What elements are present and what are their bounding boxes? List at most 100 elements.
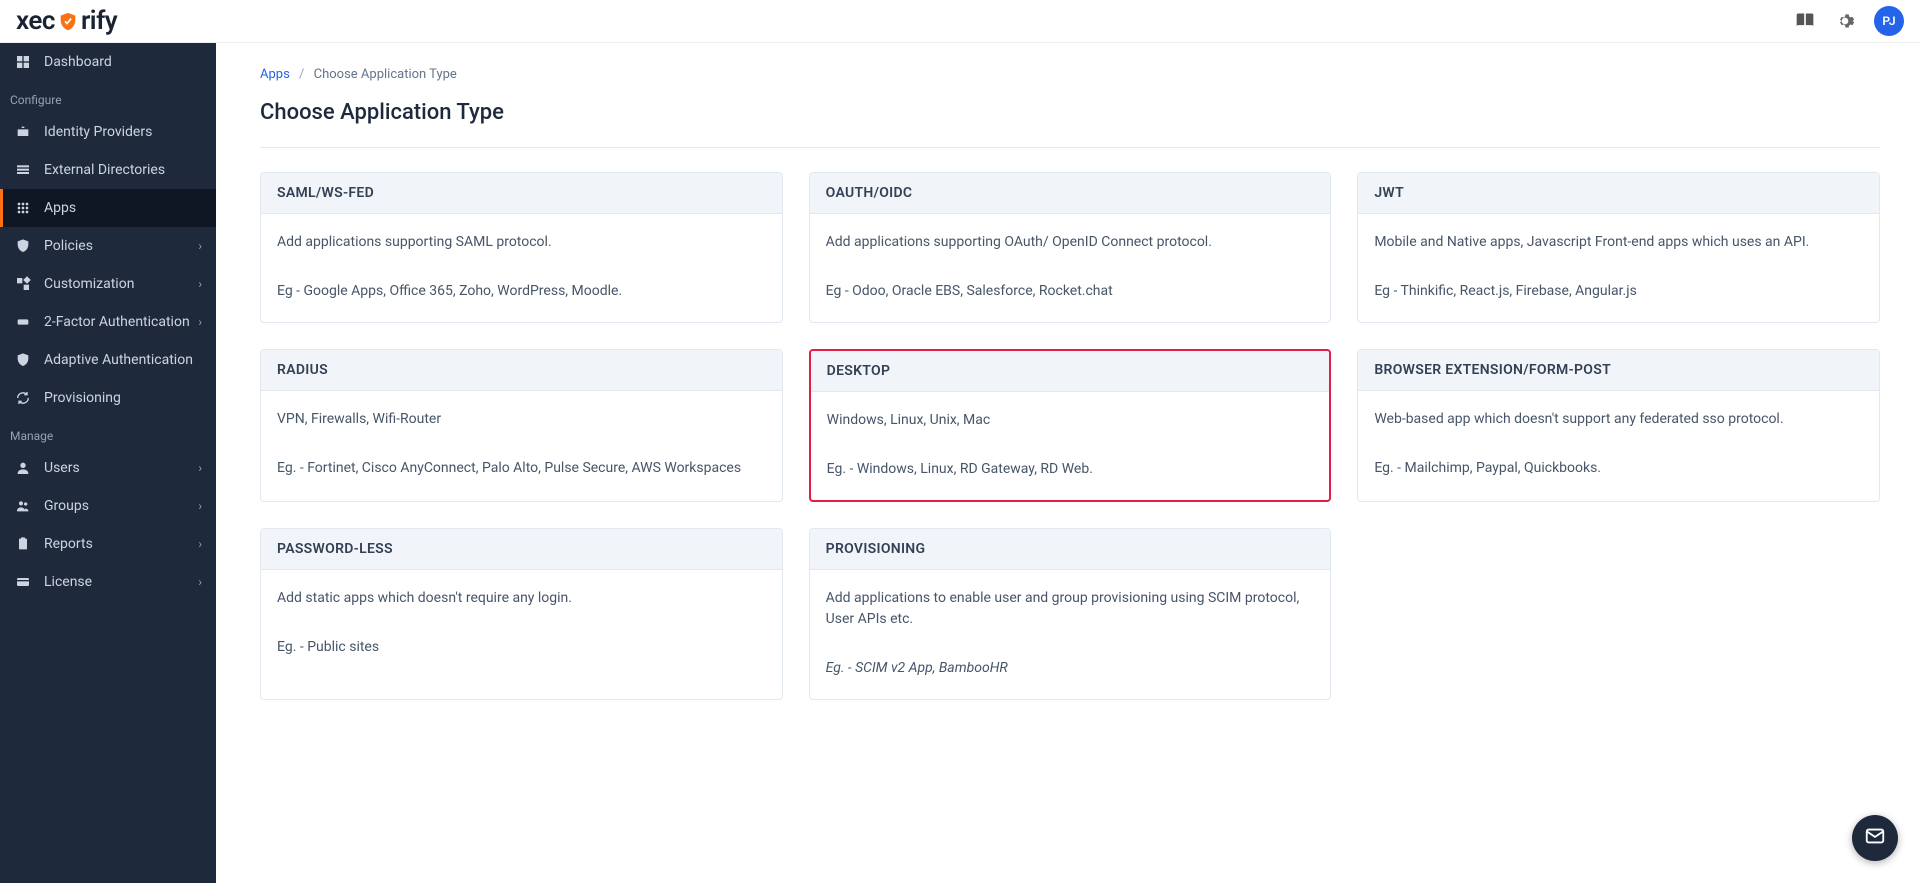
keypad-icon	[14, 313, 32, 331]
chevron-right-icon: ›	[198, 315, 202, 329]
chevron-right-icon: ›	[198, 277, 202, 291]
brand-logo[interactable]: xec rify	[16, 6, 117, 36]
card-title: OAUTH/OIDC	[826, 185, 1315, 201]
brand-text-1: xec	[16, 6, 55, 36]
card-title: RADIUS	[277, 362, 766, 378]
card-title: DESKTOP	[827, 363, 1314, 379]
card-radius[interactable]: RADIUS VPN, Firewalls, Wifi-Router Eg. - …	[260, 349, 783, 502]
sidebar-section-configure: Configure	[0, 81, 216, 113]
sidebar-item-label: Users	[44, 460, 80, 476]
page-title: Choose Application Type	[260, 100, 1880, 125]
sidebar-item-label: Policies	[44, 238, 93, 254]
sidebar-item-label: Provisioning	[44, 390, 121, 406]
avatar[interactable]: PJ	[1874, 6, 1904, 36]
chevron-right-icon: ›	[198, 575, 202, 589]
sidebar-item-provisioning[interactable]: Provisioning	[0, 379, 216, 417]
sidebar-item-label: Groups	[44, 498, 89, 514]
sidebar-item-dashboard[interactable]: Dashboard	[0, 43, 216, 81]
sidebar-item-label: License	[44, 574, 92, 590]
card-title: PASSWORD-LESS	[277, 541, 766, 557]
card-browser-ext[interactable]: BROWSER EXTENSION/FORM-POST Web-based ap…	[1357, 349, 1880, 502]
card-jwt[interactable]: JWT Mobile and Native apps, Javascript F…	[1357, 172, 1880, 323]
breadcrumb-current: Choose Application Type	[314, 67, 457, 82]
sidebar-item-label: Customization	[44, 276, 134, 292]
chat-button[interactable]	[1852, 815, 1898, 861]
card-example: Eg - Google Apps, Office 365, Zoho, Word…	[277, 281, 766, 302]
card-example: Eg. - Fortinet, Cisco AnyConnect, Palo A…	[277, 458, 766, 479]
card-desc: Mobile and Native apps, Javascript Front…	[1374, 232, 1863, 253]
divider	[260, 147, 1880, 148]
sidebar-item-apps[interactable]: Apps	[0, 189, 216, 227]
clipboard-icon	[14, 535, 32, 553]
card-saml[interactable]: SAML/WS-FED Add applications supporting …	[260, 172, 783, 323]
shield-icon	[57, 10, 79, 32]
breadcrumb-root[interactable]: Apps	[260, 67, 290, 82]
user-icon	[14, 459, 32, 477]
card-example: Eg. - Windows, Linux, RD Gateway, RD Web…	[827, 459, 1314, 480]
gear-icon[interactable]	[1834, 10, 1856, 32]
card-desc: Add applications supporting OAuth/ OpenI…	[826, 232, 1315, 253]
sidebar-item-external-directories[interactable]: External Directories	[0, 151, 216, 189]
card-oauth[interactable]: OAUTH/OIDC Add applications supporting O…	[809, 172, 1332, 323]
sidebar-item-users[interactable]: Users ›	[0, 449, 216, 487]
apps-icon	[14, 199, 32, 217]
mail-icon	[1864, 825, 1886, 851]
card-title: JWT	[1374, 185, 1863, 201]
sidebar-item-identity-providers[interactable]: Identity Providers	[0, 113, 216, 151]
card-desc: Add applications to enable user and grou…	[826, 588, 1315, 630]
dashboard-icon	[14, 53, 32, 71]
sidebar-item-2fa[interactable]: 2-Factor Authentication ›	[0, 303, 216, 341]
topbar-actions: PJ	[1794, 6, 1904, 36]
briefcase-icon	[14, 123, 32, 141]
brand-text-2: rify	[81, 6, 117, 36]
group-icon	[14, 497, 32, 515]
sidebar-item-customization[interactable]: Customization ›	[0, 265, 216, 303]
card-example: Eg. - Mailchimp, Paypal, Quickbooks.	[1374, 458, 1863, 479]
sidebar-item-reports[interactable]: Reports ›	[0, 525, 216, 563]
book-icon[interactable]	[1794, 10, 1816, 32]
sidebar-item-groups[interactable]: Groups ›	[0, 487, 216, 525]
card-icon	[14, 573, 32, 591]
card-desktop[interactable]: DESKTOP Windows, Linux, Unix, Mac Eg. - W…	[809, 349, 1332, 502]
sidebar-item-label: Dashboard	[44, 54, 112, 70]
card-example: Eg - Thinkific, React.js, Firebase, Angu…	[1374, 281, 1863, 302]
sidebar-item-label: 2-Factor Authentication	[44, 314, 190, 330]
card-desc: Web-based app which doesn't support any …	[1374, 409, 1863, 430]
sidebar-item-policies[interactable]: Policies ›	[0, 227, 216, 265]
shield-gear-icon	[14, 237, 32, 255]
card-desc: Add applications supporting SAML protoco…	[277, 232, 766, 253]
sidebar: Dashboard Configure Identity Providers E…	[0, 43, 216, 883]
card-provisioning[interactable]: PROVISIONING Add applications to enable …	[809, 528, 1332, 700]
topbar: xec rify PJ	[0, 0, 1920, 43]
sidebar-item-label: Reports	[44, 536, 93, 552]
widgets-icon	[14, 275, 32, 293]
chevron-right-icon: ›	[198, 499, 202, 513]
chevron-right-icon: ›	[198, 239, 202, 253]
chevron-right-icon: ›	[198, 461, 202, 475]
breadcrumb-separator: /	[299, 67, 304, 82]
application-type-grid: SAML/WS-FED Add applications supporting …	[260, 172, 1880, 700]
sidebar-section-manage: Manage	[0, 417, 216, 449]
card-title: BROWSER EXTENSION/FORM-POST	[1374, 362, 1863, 378]
sidebar-item-adaptive-auth[interactable]: Adaptive Authentication	[0, 341, 216, 379]
breadcrumb: Apps / Choose Application Type	[260, 67, 1880, 82]
shield-check-icon	[14, 351, 32, 369]
card-desc: VPN, Firewalls, Wifi-Router	[277, 409, 766, 430]
card-example: Eg. - Public sites	[277, 637, 766, 658]
sidebar-item-label: Apps	[44, 200, 76, 216]
sidebar-item-label: Identity Providers	[44, 124, 152, 140]
card-desc: Windows, Linux, Unix, Mac	[827, 410, 1314, 431]
chevron-right-icon: ›	[198, 537, 202, 551]
card-title: PROVISIONING	[826, 541, 1315, 557]
card-example: Eg. - SCIM v2 App, BambooHR	[826, 658, 1315, 679]
sidebar-item-license[interactable]: License ›	[0, 563, 216, 601]
main-content: Apps / Choose Application Type Choose Ap…	[216, 43, 1920, 883]
sync-icon	[14, 389, 32, 407]
sidebar-item-label: External Directories	[44, 162, 165, 178]
card-title: SAML/WS-FED	[277, 185, 766, 201]
list-icon	[14, 161, 32, 179]
card-passwordless[interactable]: PASSWORD-LESS Add static apps which does…	[260, 528, 783, 700]
card-example: Eg - Odoo, Oracle EBS, Salesforce, Rocke…	[826, 281, 1315, 302]
card-desc: Add static apps which doesn't require an…	[277, 588, 766, 609]
sidebar-item-label: Adaptive Authentication	[44, 352, 193, 368]
